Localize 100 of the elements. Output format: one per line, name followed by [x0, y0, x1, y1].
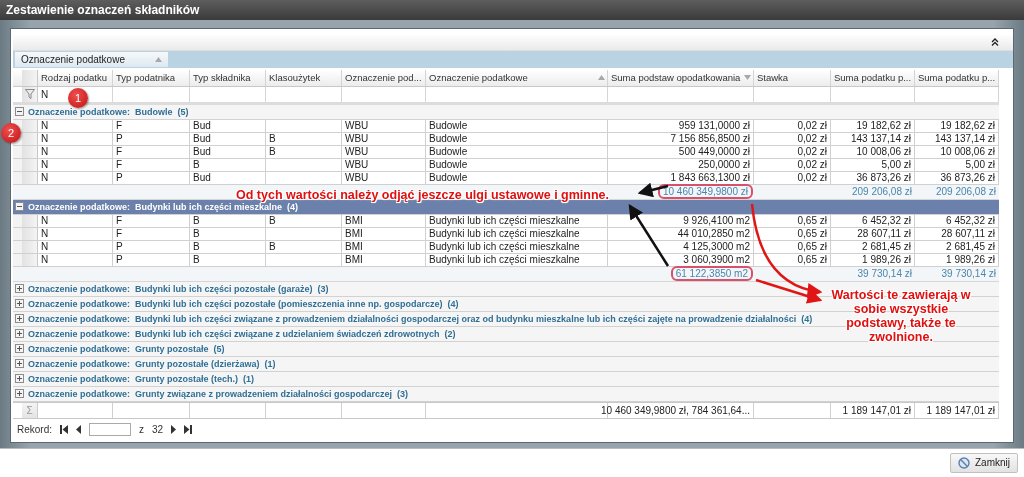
table-cell: N [41, 228, 49, 240]
table-cell: 2 681,45 zł [946, 241, 995, 253]
collapse-icon[interactable] [15, 202, 24, 212]
table-cell: 10 008,06 zł [940, 146, 995, 158]
column-header[interactable]: Rodzaj podatku [38, 69, 113, 86]
table-cell: 143 137,14 zł [850, 133, 911, 145]
table-cell: BMI [345, 254, 363, 266]
expand-icon[interactable] [15, 284, 24, 294]
table-cell: 10 008,06 zł [856, 146, 911, 158]
table-cell: 28 607,11 zł [857, 228, 911, 240]
last-icon[interactable] [184, 424, 193, 434]
table-cell: 0,02 zł [797, 120, 827, 132]
expand-icon[interactable] [15, 314, 24, 324]
table-cell: Budynki lub ich części mieszkalne [429, 228, 580, 240]
record-label: Rekord: [17, 423, 52, 435]
table-cell: Budowle [429, 133, 468, 145]
table-cell: 6 452,32 zł [862, 215, 911, 227]
column-header[interactable]: Suma podatku p... [831, 69, 915, 86]
table-cell: Budowle [429, 159, 468, 171]
total-cell: 1 189 147,01 zł [842, 404, 911, 416]
previous-icon[interactable] [76, 424, 81, 434]
table-cell: P [116, 172, 123, 184]
table-cell: Budynki lub ich części mieszkalne [429, 215, 580, 227]
table-cell: Budowle [429, 172, 468, 184]
table-cell: N [41, 120, 49, 132]
table-cell: WBU [345, 120, 369, 132]
column-header[interactable]: Suma podstaw opodatkowania [608, 69, 754, 86]
total-cell: 1 189 147,01 zł [926, 404, 995, 416]
close-button[interactable]: Zamknij [950, 452, 1018, 473]
table-cell: 19 182,62 zł [856, 120, 911, 132]
group-title: Oznaczenie podatkowe: Grunty pozostałe (5) [28, 343, 225, 354]
table-cell: 0,02 zł [797, 133, 827, 145]
total-cell: 10 460 349,9800 zł, 784 361,64... [601, 404, 750, 416]
table-cell: BMI [345, 215, 363, 227]
table-cell: BMI [345, 228, 363, 240]
group-title: Oznaczenie podatkowe: Budynki lub ich części mieszkalne (4) [28, 201, 299, 212]
table-cell: 36 873,26 zł [856, 172, 911, 184]
table-cell: WBU [345, 146, 369, 158]
group-by-chip[interactable]: Oznaczenie podatkowe [15, 51, 168, 67]
table-cell: Budowle [429, 146, 468, 158]
expand-icon[interactable] [15, 374, 24, 384]
of-label: z [139, 423, 144, 435]
expand-icon[interactable] [15, 344, 24, 354]
table-cell: 7 156 856,8500 zł [670, 133, 750, 145]
table-cell: Bud [193, 146, 211, 158]
table-cell: Budynki lub ich części mieszkalne [429, 241, 580, 253]
column-header[interactable]: Oznaczenie pod... [342, 69, 426, 86]
table-cell: B [193, 159, 200, 171]
arrow [628, 203, 670, 267]
expand-icon[interactable] [15, 329, 24, 339]
next-icon[interactable] [171, 424, 177, 434]
column-header[interactable]: Klasoużytek [266, 69, 342, 86]
table-cell: 143 137,14 zł [934, 133, 995, 145]
callout-text: Od tych wartości należy odjąć jeszcze ulgi ustawowe i gminne. [236, 188, 610, 202]
table-cell: B [269, 215, 276, 227]
group-total: 61 122,3850 m2 [672, 268, 751, 280]
column-header[interactable]: Typ podatnika [113, 69, 190, 86]
table-cell: B [269, 133, 276, 145]
column-header[interactable]: Stawka [754, 69, 831, 86]
group-total: 10 460 349,9800 zł [659, 186, 751, 198]
sum-symbol: Σ [22, 402, 38, 418]
table-cell: P [116, 241, 123, 253]
expand-icon[interactable] [15, 389, 24, 399]
table-cell: N [41, 146, 49, 158]
table-cell: WBU [345, 172, 369, 184]
table-cell: 28 607,11 zł [941, 228, 995, 240]
window-title: Zestawienie oznaczeń składników [6, 2, 200, 17]
group-total: 209 206,08 zł [935, 186, 996, 198]
table-cell: 5,00 zł [881, 159, 911, 171]
table-cell: 0,02 zł [797, 172, 827, 184]
column-header[interactable]: Suma podatku p... [915, 69, 999, 86]
table-cell: WBU [345, 133, 369, 145]
column-header[interactable]: Typ składnika [190, 69, 266, 86]
group-title: Oznaczenie podatkowe: Grunty pozostałe (tech.) (1) [28, 373, 255, 384]
table-cell: N [41, 215, 49, 227]
group-title: Oznaczenie podatkowe: Budowle (5) [28, 106, 189, 117]
group-title: Oznaczenie podatkowe: Budynki lub ich części związane z udzielaniem świadczeń zdrowotnych (2) [28, 328, 456, 339]
table-cell: WBU [345, 159, 369, 171]
table-cell: N [41, 172, 49, 184]
collapse-icon[interactable] [15, 107, 24, 117]
table-cell: BMI [345, 241, 363, 253]
table-cell: 19 182,62 zł [940, 120, 995, 132]
expand-icon[interactable] [15, 299, 24, 309]
collapse-up-icon[interactable] [991, 38, 999, 47]
first-icon[interactable] [60, 424, 68, 434]
table-cell: 0,02 zł [797, 146, 827, 158]
table-cell: N [41, 254, 49, 266]
expand-icon[interactable] [15, 359, 24, 369]
table-cell: F [116, 215, 123, 227]
table-cell: 36 873,26 zł [940, 172, 995, 184]
group-total: 209 206,08 zł [851, 186, 912, 198]
table-cell: B [193, 228, 200, 240]
table-cell: 4 125,3000 m2 [683, 241, 750, 253]
table-cell: F [116, 146, 123, 158]
table-cell: 0,02 zł [797, 159, 827, 171]
table-cell: P [116, 254, 123, 266]
table-cell: N [41, 133, 49, 145]
group-total: 39 730,14 zł [857, 268, 912, 280]
column-header[interactable]: Oznaczenie podatkowe [426, 69, 608, 86]
record-field[interactable] [89, 422, 131, 436]
